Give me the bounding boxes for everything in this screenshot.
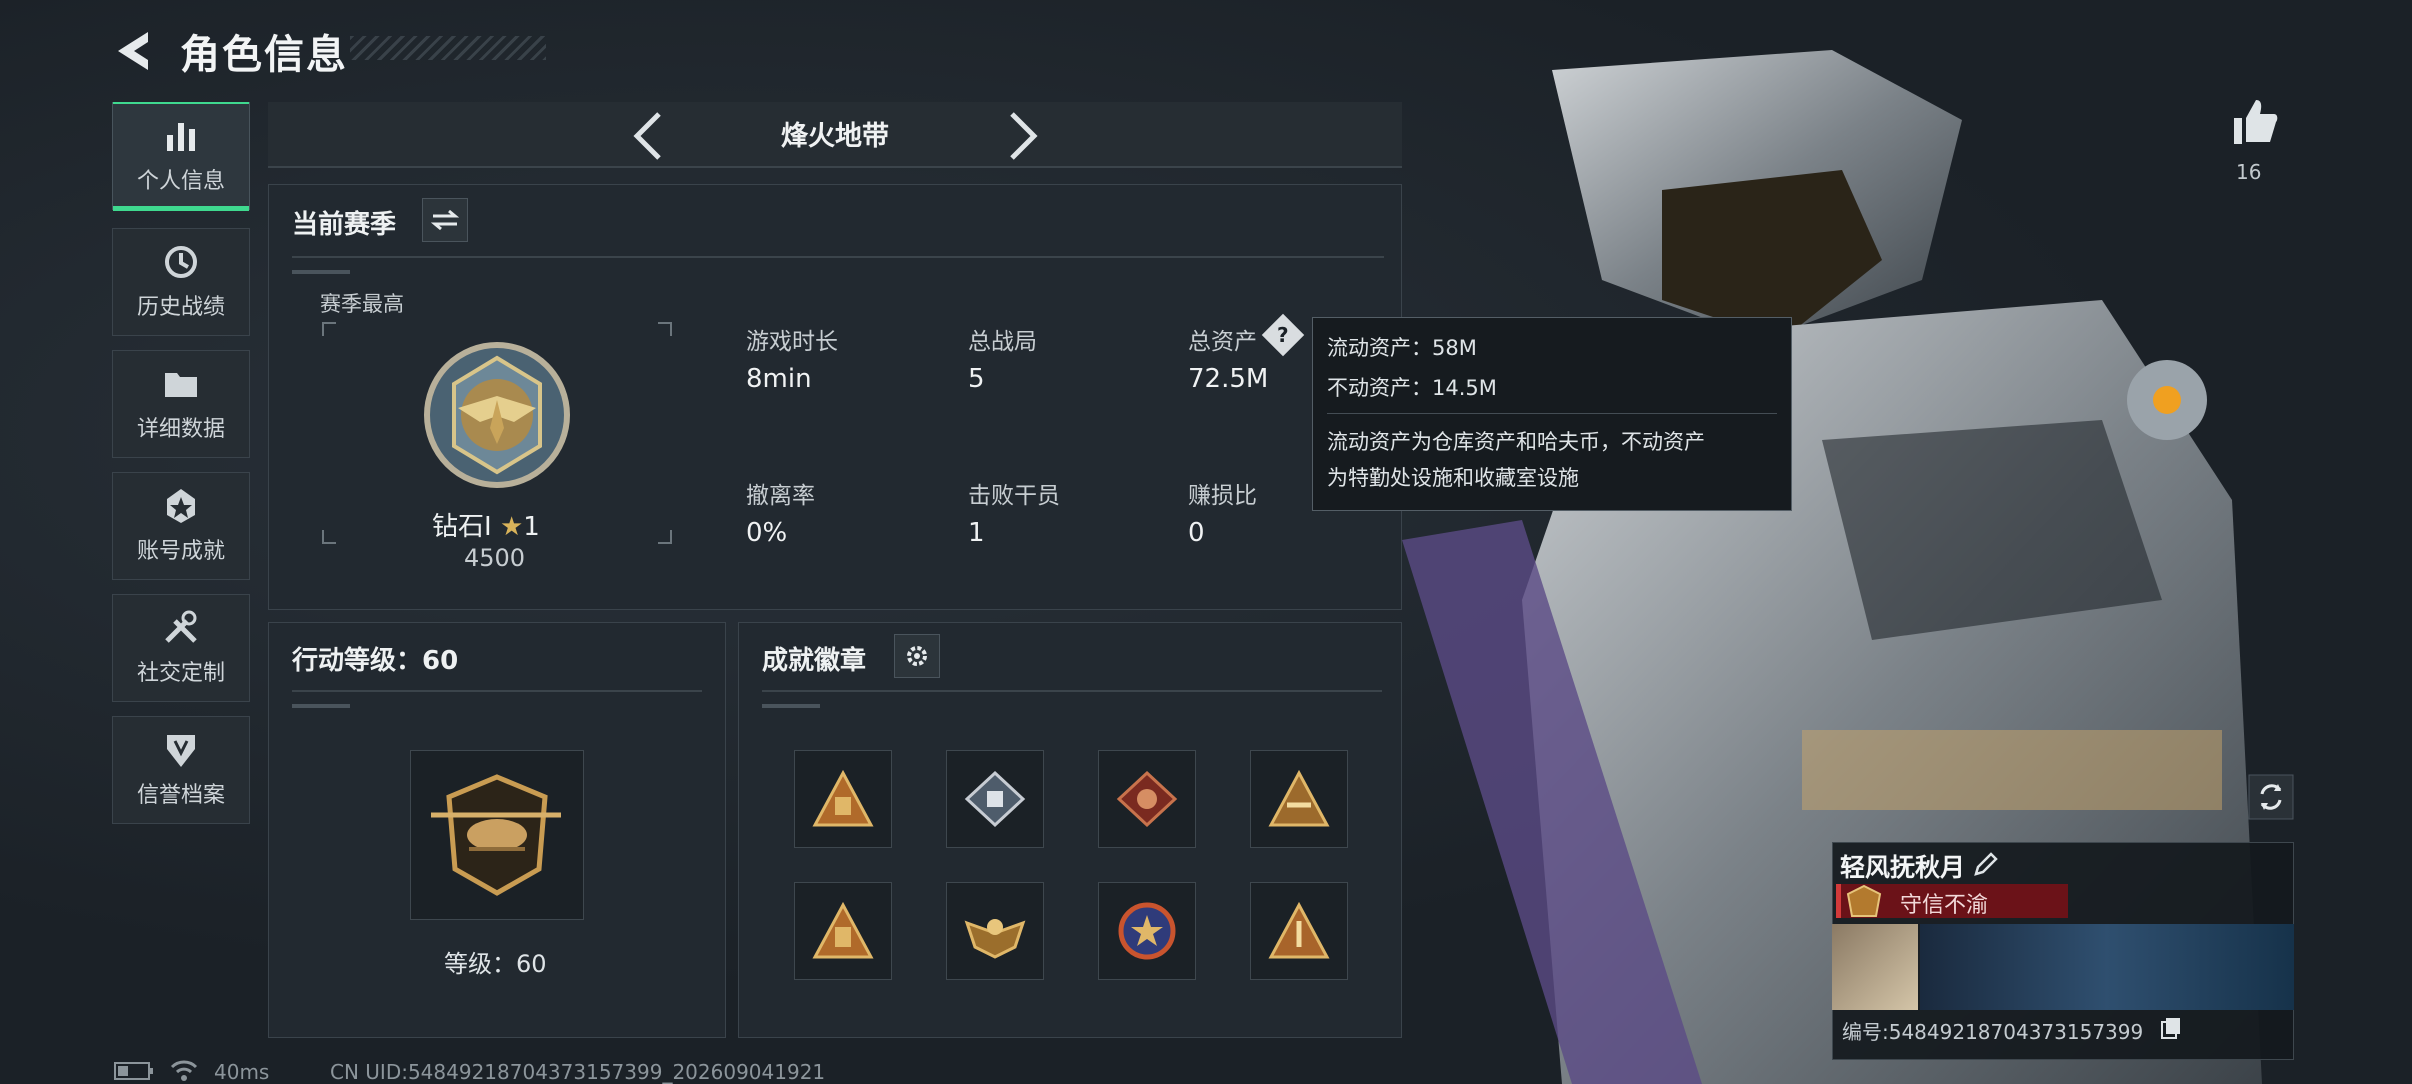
triangle-badge-icon — [812, 901, 874, 959]
divider-tab — [292, 270, 350, 274]
tooltip-desc-line-1: 流动资产为仓库资产和哈夫币，不动资产 — [1327, 430, 1705, 454]
sidebar-item-credit-record[interactable]: 信誉档案 — [112, 716, 250, 824]
assets-tooltip: 流动资产：58M 不动资产：14.5M 流动资产为仓库资产和哈夫币，不动资产 为… — [1312, 317, 1792, 511]
back-arrow-icon[interactable] — [112, 28, 158, 74]
stat-value-total-matches: 5 — [968, 364, 985, 394]
edit-pencil-icon[interactable] — [1972, 850, 2000, 878]
divider — [292, 256, 1384, 258]
page-title: 角色信息 — [180, 32, 348, 78]
swap-icon — [431, 209, 459, 231]
bar-chart-icon — [167, 123, 195, 151]
sidebar-item-achievements[interactable]: 账号成就 — [112, 472, 250, 580]
divider — [762, 690, 1382, 692]
achievement-badge-2[interactable] — [946, 750, 1044, 848]
star-badge-icon — [1118, 902, 1176, 960]
copy-icon[interactable] — [2160, 1016, 2182, 1040]
sidebar-item-history[interactable]: 历史战绩 — [112, 228, 250, 336]
rank-name: 钻石I ★1 — [432, 512, 540, 542]
diamond-badge-icon — [964, 770, 1026, 828]
dragon-badge-icon — [1116, 770, 1178, 828]
stat-label-profit-loss-ratio: 赚损比 — [1188, 483, 1257, 509]
battery-icon — [114, 1062, 153, 1080]
sidebar-item-label: 详细数据 — [136, 417, 225, 442]
stat-label-operators-defeated: 击败干员 — [968, 483, 1060, 509]
divider-tab — [292, 704, 350, 708]
achievement-badge-8[interactable] — [1250, 882, 1348, 980]
triangle-badge-icon — [812, 769, 874, 827]
stat-value-total-assets: 72.5M — [1188, 364, 1269, 394]
achievement-badge-4[interactable] — [1250, 750, 1348, 848]
folder-icon — [165, 373, 197, 397]
rank-star-icon: ★ — [499, 512, 524, 542]
achievement-badge-1[interactable] — [794, 750, 892, 848]
sidebar-item-label: 个人信息 — [136, 169, 225, 194]
stat-label-total-matches: 总战局 — [968, 329, 1037, 355]
status-uid: CN UID:5484921870437315739​9_20260904192… — [330, 1060, 826, 1084]
stat-label-extract-rate: 撤离率 — [746, 483, 815, 509]
triangle-badge-icon — [1268, 769, 1330, 827]
achievement-badge-3[interactable] — [1098, 750, 1196, 848]
sidebar-item-label: 信誉档案 — [136, 783, 225, 808]
player-avatar[interactable] — [1832, 924, 1918, 1010]
tooltip-desc-line-2: 为特勤处设施和收藏室设施 — [1327, 466, 1579, 490]
achievement-icon — [167, 489, 195, 523]
gear-icon — [907, 646, 927, 666]
level-panel-title: 行动等级：60 — [292, 646, 459, 676]
player-name: 轻风抚秋月 — [1840, 853, 1966, 882]
badges-panel-title: 成就徽章 — [762, 646, 867, 676]
chevron-right-icon[interactable] — [1000, 108, 1046, 164]
sidebar-item-social-custom[interactable]: 社交定制 — [112, 594, 250, 702]
refresh-icon[interactable] — [2248, 774, 2294, 820]
player-banner — [1920, 924, 2294, 1010]
rank-score: 4500 — [464, 544, 526, 572]
rank-stars: 1 — [523, 512, 540, 542]
shield-icon — [167, 735, 195, 767]
ping-value: 40ms — [214, 1060, 270, 1084]
tooltip-divider — [1327, 413, 1777, 414]
badge-settings-button[interactable] — [894, 634, 940, 678]
achievement-badge-6[interactable] — [946, 882, 1044, 980]
sidebar-item-personal-info[interactable]: 个人信息 — [112, 102, 250, 211]
stat-label-play-time: 游戏时长 — [746, 329, 838, 355]
title-decoration — [350, 36, 546, 60]
wifi-icon — [170, 1060, 198, 1081]
like-count: 16 — [2236, 160, 2262, 184]
tools-icon — [165, 610, 197, 643]
stat-value-operators-defeated: 1 — [968, 518, 985, 548]
sidebar-item-detailed-data[interactable]: 详细数据 — [112, 350, 250, 458]
level-emblem-frame — [410, 750, 584, 920]
sidebar-item-label: 社交定制 — [136, 661, 225, 686]
stat-value-extract-rate: 0% — [746, 518, 788, 548]
divider — [292, 690, 702, 692]
achievement-badge-5[interactable] — [794, 882, 892, 980]
season-panel-title: 当前赛季 — [292, 210, 397, 240]
level-text: 等级：60 — [444, 950, 547, 978]
diamond-rank-emblem-icon — [424, 342, 570, 488]
sidebar-item-label: 账号成就 — [136, 539, 225, 564]
divider-tab — [762, 704, 820, 708]
chevron-left-icon[interactable] — [625, 108, 671, 164]
title-emblem-icon — [1846, 884, 1882, 917]
helicopter-emblem-icon — [431, 774, 561, 896]
question-icon: ? — [1277, 322, 1289, 347]
sidebar-item-label: 历史战绩 — [136, 295, 225, 320]
stat-label-total-assets: 总资产 — [1188, 329, 1257, 355]
tooltip-liquid-assets: 流动资产：58M — [1327, 336, 1477, 360]
triangle-badge-icon — [1268, 901, 1330, 959]
player-id: 编号:5484921870437315739​9 — [1842, 1020, 2144, 1044]
tooltip-fixed-assets: 不动资产：14.5M — [1327, 376, 1497, 400]
stat-value-profit-loss-ratio: 0 — [1188, 518, 1205, 548]
player-title-text: 守信不渝 — [1900, 893, 1989, 918]
switch-season-button[interactable] — [422, 198, 468, 242]
history-icon — [165, 246, 197, 278]
thumbs-up-icon[interactable] — [2228, 96, 2280, 148]
stat-value-play-time: 8min — [746, 364, 812, 394]
season-best-label: 赛季最高 — [320, 292, 404, 316]
game-mode-label: 烽火地带 — [781, 121, 889, 152]
winged-badge-icon — [964, 919, 1026, 959]
achievement-badge-7[interactable] — [1098, 882, 1196, 980]
